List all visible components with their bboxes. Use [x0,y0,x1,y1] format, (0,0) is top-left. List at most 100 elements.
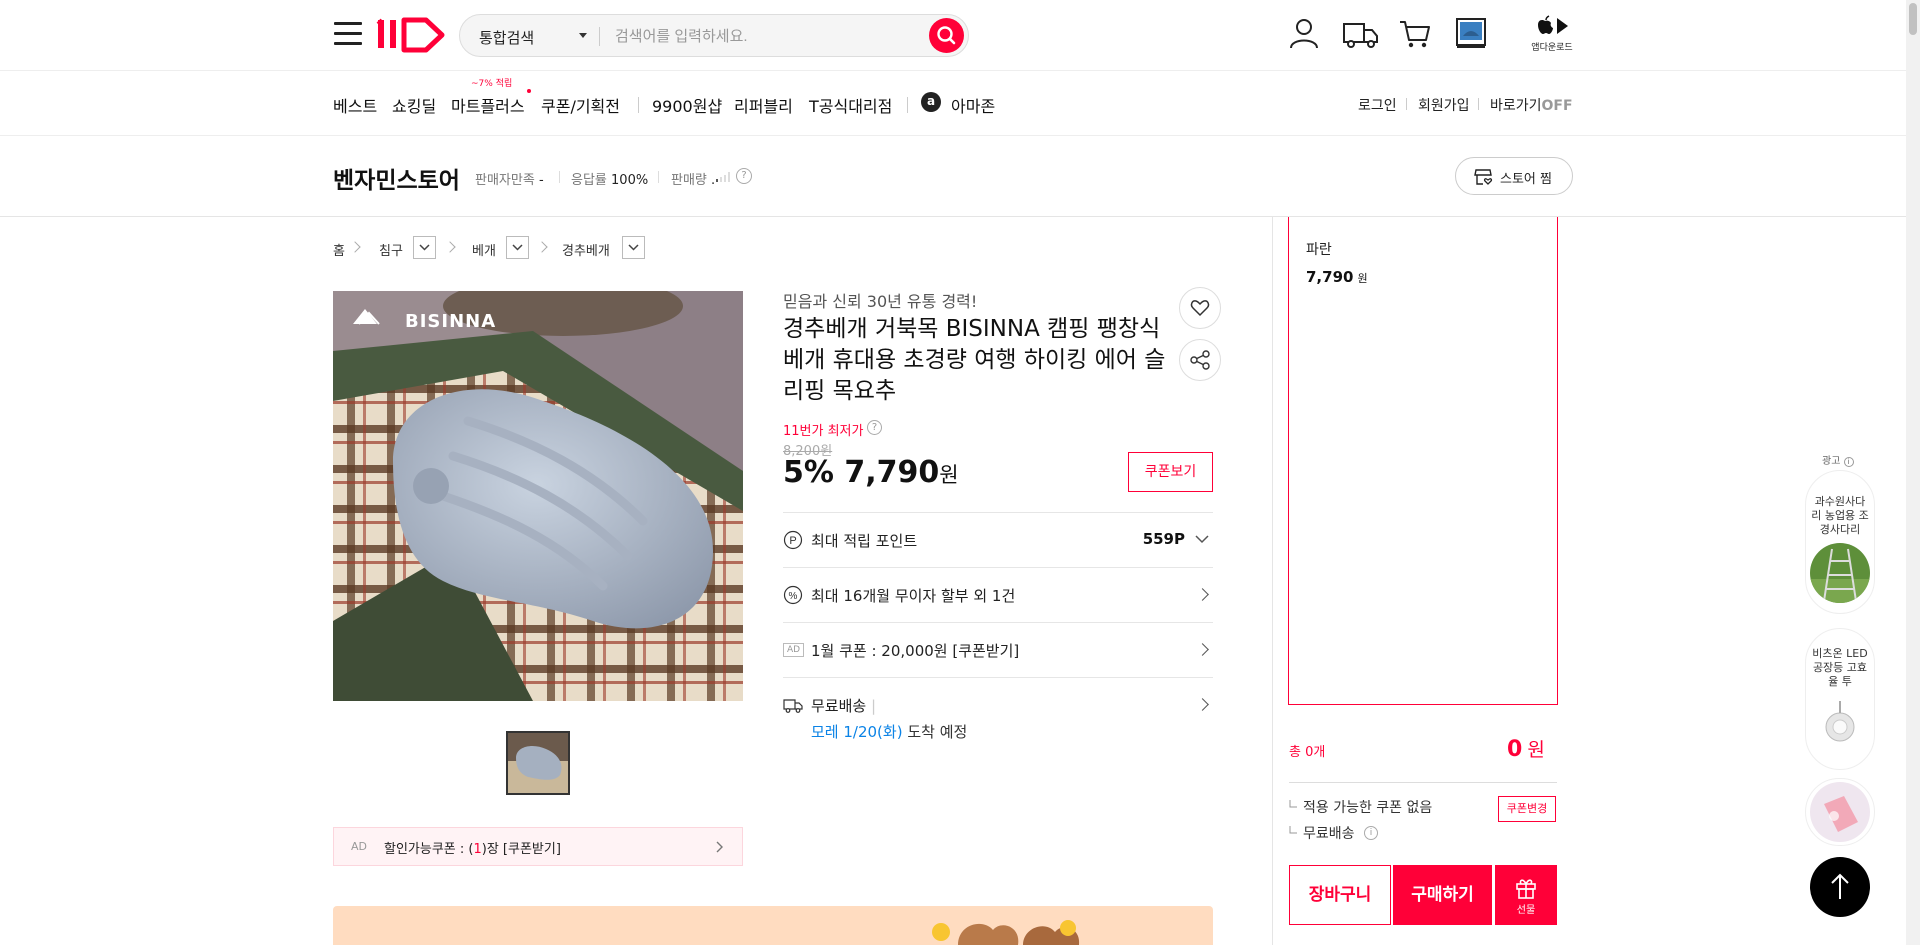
breadcrumb-dropdown[interactable] [506,236,529,259]
nav-item-refurbly[interactable]: 리퍼블리 [734,93,793,117]
shipping-info: 무료배송 [1303,826,1355,842]
points-icon: P [783,530,803,550]
nav-item-best[interactable]: 베스트 [333,93,377,117]
selected-option-panel [1288,217,1558,705]
menu-icon[interactable] [334,22,362,48]
search-category-select[interactable]: 통합검색 [479,27,534,48]
breadcrumb-dropdown[interactable] [622,236,645,259]
points-value: 559P [1142,530,1185,548]
discount-rate: 5% [783,455,834,490]
coupon-bar-text: 할인가능쿠폰 : (1)장 [쿠폰받기] [384,842,561,857]
chevron-down-icon [512,244,523,251]
recent-view-icon[interactable] [1455,16,1487,50]
info-icon[interactable]: i [1364,826,1378,840]
discount-coupon-bar[interactable]: AD 할인가능쿠폰 : (1)장 [쿠폰받기] [333,827,743,866]
scrollbar-thumb[interactable] [1909,3,1917,35]
gift-icon [1516,879,1536,899]
gift-label: 선물 [1516,905,1536,916]
coupon-status: 적용 가능한 쿠폰 없음 [1303,800,1433,816]
store-heart-icon [1474,169,1493,185]
nav-divider [638,97,639,113]
scrollbar[interactable] [1906,0,1920,945]
nav-item-mart-plus[interactable]: 마트플러스 [451,93,525,117]
shortcut-toggle[interactable]: 바로가기OFF [1490,95,1573,115]
nav-item-shocking-deal[interactable]: 쇼킹딜 [392,93,436,117]
ad-tag: AD [351,840,367,853]
search-button[interactable] [929,18,964,53]
share-button[interactable] [1179,339,1221,381]
help-icon[interactable]: ? [736,168,752,184]
login-link[interactable]: 로그인 [1358,95,1397,115]
arrival-info: 모레 1/20(화) 도착 예정 [811,721,967,742]
coupon-view-button[interactable]: 쿠폰보기 [1128,452,1213,492]
app-download-button[interactable]: 앱다운로드 [1528,15,1576,55]
divider [1289,782,1557,783]
corner-bullet-icon [1289,800,1297,808]
meta-divider [559,171,560,183]
sales-level-icon [716,172,730,182]
shortcut-label: 바로가기 [1490,98,1542,114]
nav-item-coupon[interactable]: 쿠폰/기획전 [541,93,620,117]
chevron-down-icon [628,244,639,251]
shipping-label: 무료배송 | [811,697,877,715]
chevron-down-icon[interactable] [579,33,587,38]
store-name[interactable]: 벤자민스토어 [333,161,460,195]
breadcrumb-home[interactable]: 홈 [333,240,345,259]
breadcrumb-bedding[interactable]: 침구 [379,240,403,259]
search-input[interactable] [615,24,915,48]
new-dot [527,89,531,93]
11st-logo[interactable] [376,16,448,54]
installment-label: 최대 16개월 무이자 할부 외 1건 [811,587,1016,605]
ad-card-ladder[interactable]: 과수원사다리 농업용 조경사다리 [1805,470,1875,614]
chevron-right-icon [1196,588,1209,601]
store-favorite-button[interactable]: 스토어 찜 [1455,157,1573,195]
breadcrumb-neck-pillow[interactable]: 경추베개 [562,240,610,259]
ad-card-title: 비츠온 LED공장등 고효율 투 [1812,647,1868,688]
points-row[interactable]: P 최대 적립 포인트 559P [783,512,1213,567]
nav-item-amazon[interactable]: 아마존 [951,93,995,117]
meta-divider [658,171,659,183]
buy-now-button[interactable]: 구매하기 [1393,865,1492,925]
ad-card-product[interactable] [1805,778,1875,846]
promo-banner[interactable] [333,906,1213,945]
coupon-change-button[interactable]: 쿠폰변경 [1498,796,1556,822]
shipping-row[interactable]: 무료배송 | 모레 1/20(화) 도착 예정 [783,677,1213,757]
search-icon [937,26,956,45]
cart-icon[interactable] [1398,16,1432,50]
product-thumbnail[interactable] [506,731,570,795]
delivery-truck-icon[interactable] [1342,16,1380,50]
signup-link[interactable]: 회원가입 [1418,95,1470,115]
nav-item-9900-shop[interactable]: 9900원샵 [652,93,722,117]
chevron-right-icon [1196,698,1209,711]
ad-card-led[interactable]: 비츠온 LED공장등 고효율 투 [1805,628,1875,770]
ad-image [1810,782,1870,842]
monthly-coupon-row[interactable]: AD 1월 쿠폰 : 20,000원 [쿠폰받기] [783,622,1213,677]
chevron-right-icon [444,241,456,253]
nav-item-t-official[interactable]: T공식대리점 [809,93,892,117]
ad-image [1810,543,1870,603]
breadcrumb-pillow[interactable]: 베개 [472,240,496,259]
ad-tag: AD [783,643,805,657]
search-divider [599,27,600,46]
total-price: 0원 [1507,737,1545,762]
installment-row[interactable]: % 최대 16개월 무이자 할부 외 1건 [783,567,1213,622]
gift-button[interactable]: 선물 [1495,865,1557,925]
app-store-icon [1538,15,1568,34]
help-icon[interactable]: ? [867,420,882,435]
chevron-right-icon [349,241,361,253]
product-main-image[interactable]: BISINNA [333,291,743,701]
nav-divider [1406,98,1407,110]
total-quantity: 총 0개 [1289,745,1326,760]
store-response-rate: 응답률 100% [571,173,649,188]
add-to-cart-button[interactable]: 장바구니 [1289,865,1391,925]
arrival-suffix: 도착 예정 [907,723,968,741]
svg-text:%: % [789,591,798,602]
scroll-to-top-button[interactable] [1810,857,1870,917]
svg-text:P: P [789,535,796,547]
wishlist-button[interactable] [1179,287,1221,329]
delivery-truck-icon [783,699,803,713]
breadcrumb-dropdown[interactable] [413,236,436,259]
user-icon[interactable] [1287,16,1321,50]
chevron-down-icon [419,244,430,251]
arrow-up-icon [1831,873,1849,899]
